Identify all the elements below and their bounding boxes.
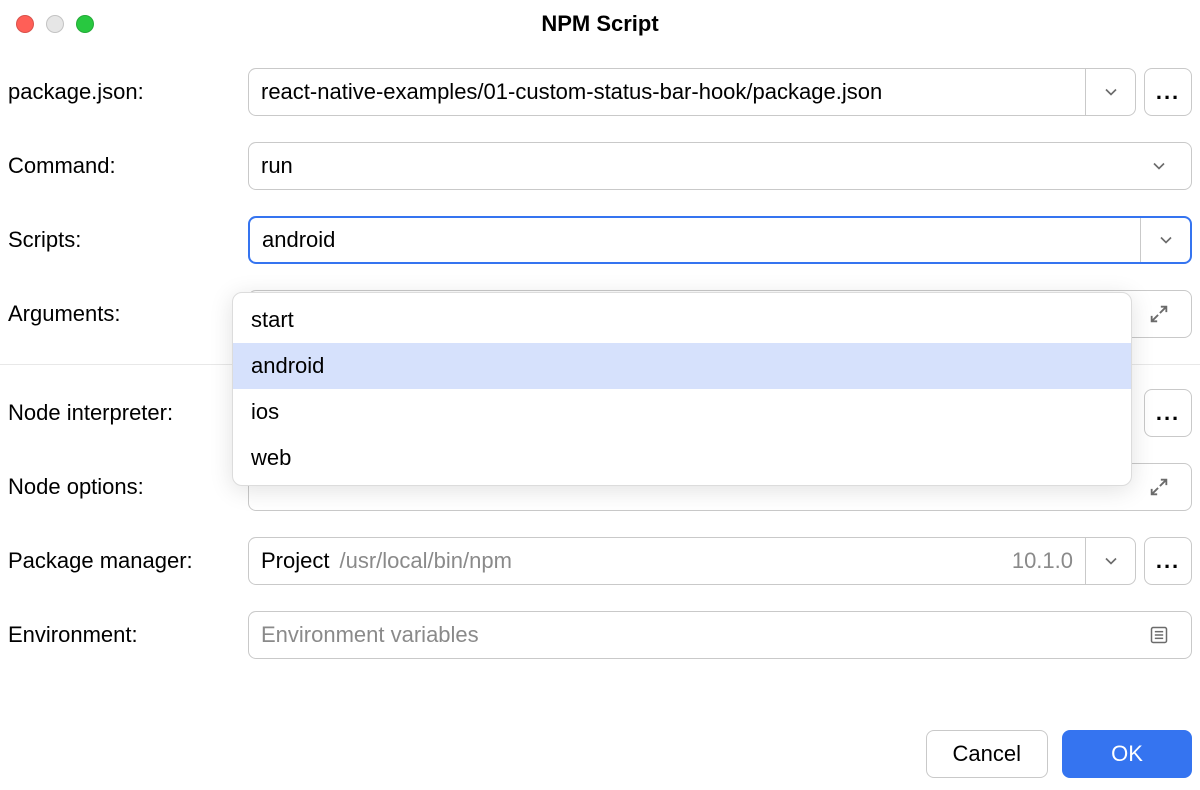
dropdown-item-ios[interactable]: ios — [233, 389, 1131, 435]
chevron-down-icon[interactable] — [1139, 156, 1179, 176]
window-title: NPM Script — [0, 11, 1200, 37]
scripts-dropdown: start android ios web — [232, 292, 1132, 486]
package-json-field[interactable]: react-native-examples/01-custom-status-b… — [248, 68, 1136, 116]
list-icon[interactable] — [1139, 625, 1179, 645]
row-command: Command: run — [8, 142, 1192, 190]
cancel-button[interactable]: Cancel — [926, 730, 1048, 778]
chevron-down-icon[interactable] — [1085, 538, 1135, 584]
command-field[interactable]: run — [248, 142, 1192, 190]
titlebar: NPM Script — [0, 0, 1200, 48]
label-node-options: Node options: — [8, 474, 240, 500]
package-json-browse-button[interactable]: ... — [1144, 68, 1192, 116]
label-environment: Environment: — [8, 622, 240, 648]
dropdown-item-start[interactable]: start — [233, 297, 1131, 343]
command-value: run — [261, 153, 1139, 179]
label-package-manager: Package manager: — [8, 548, 240, 574]
ellipsis-icon: ... — [1156, 550, 1180, 572]
package-manager-path: /usr/local/bin/npm — [339, 548, 1011, 574]
node-interpreter-browse-button[interactable]: ... — [1144, 389, 1192, 437]
footer: Cancel OK — [926, 730, 1192, 778]
expand-icon[interactable] — [1139, 476, 1179, 498]
package-manager-browse-button[interactable]: ... — [1144, 537, 1192, 585]
package-manager-prefix: Project — [261, 548, 329, 574]
label-scripts: Scripts: — [8, 227, 240, 253]
row-package-json: package.json: react-native-examples/01-c… — [8, 68, 1192, 116]
package-manager-field[interactable]: Project /usr/local/bin/npm 10.1.0 — [248, 537, 1136, 585]
ellipsis-icon: ... — [1156, 81, 1180, 103]
label-package-json: package.json: — [8, 79, 240, 105]
environment-placeholder: Environment variables — [261, 622, 1139, 648]
chevron-down-icon[interactable] — [1140, 218, 1190, 262]
package-manager-version: 10.1.0 — [1012, 548, 1073, 574]
row-environment: Environment: Environment variables — [8, 611, 1192, 659]
ok-button[interactable]: OK — [1062, 730, 1192, 778]
row-package-manager: Package manager: Project /usr/local/bin/… — [8, 537, 1192, 585]
dropdown-item-android[interactable]: android — [233, 343, 1131, 389]
ellipsis-icon: ... — [1156, 402, 1180, 424]
label-arguments: Arguments: — [8, 301, 240, 327]
package-json-value: react-native-examples/01-custom-status-b… — [261, 79, 1077, 105]
label-node-interpreter: Node interpreter: — [8, 400, 240, 426]
environment-field[interactable]: Environment variables — [248, 611, 1192, 659]
dropdown-item-web[interactable]: web — [233, 435, 1131, 481]
label-command: Command: — [8, 153, 240, 179]
scripts-value: android — [262, 227, 1132, 253]
chevron-down-icon[interactable] — [1085, 69, 1135, 115]
row-scripts: Scripts: android — [8, 216, 1192, 264]
scripts-field[interactable]: android — [248, 216, 1192, 264]
expand-icon[interactable] — [1139, 303, 1179, 325]
